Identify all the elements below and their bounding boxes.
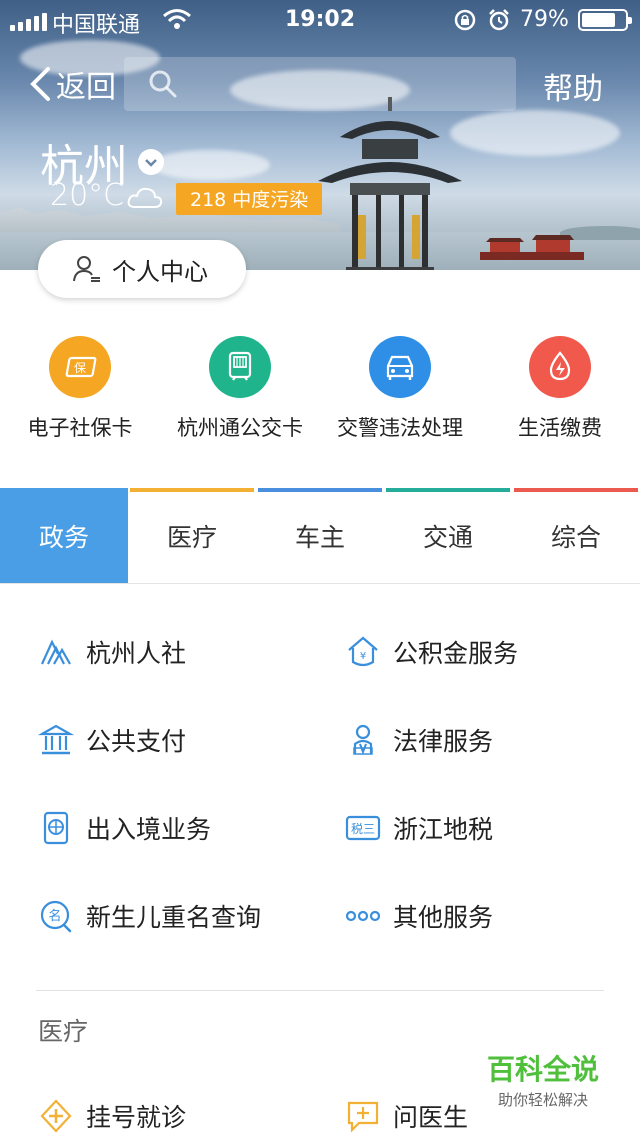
search-input[interactable]: [188, 65, 498, 103]
tax-icon: 税三: [345, 815, 381, 841]
service-exit-entry[interactable]: 出入境业务: [0, 784, 307, 872]
medical-section-title: 医疗: [38, 1017, 89, 1046]
passport-icon: [43, 811, 69, 845]
tab-car-owner[interactable]: 车主: [256, 488, 384, 583]
tab-medical[interactable]: 医疗: [128, 488, 256, 583]
temperature: 20°C: [50, 178, 125, 213]
quick-action-social-security-card[interactable]: 保 电子社保卡: [0, 336, 160, 446]
tab-accent-bar: [386, 488, 510, 492]
svg-text:名: 名: [48, 908, 61, 924]
service-label: 挂号就诊: [86, 1103, 187, 1132]
service-registration[interactable]: 挂号就诊: [0, 1072, 307, 1136]
section-divider: [36, 990, 604, 991]
tab-accent-bar: [130, 488, 254, 492]
header-banner: 中国联通 19:02 79% 返回 帮助 杭州 20°C 218 中度污染: [0, 0, 640, 270]
service-label: 法律服务: [393, 727, 494, 756]
legal-service-icon: [353, 724, 373, 755]
service-newborn-name-search[interactable]: 名 新生儿重名查询: [0, 872, 307, 960]
service-label: 其他服务: [393, 903, 494, 932]
dragon-boat-image: [480, 235, 584, 260]
service-label: 公共支付: [86, 727, 187, 756]
tab-label: 交通: [422, 522, 473, 552]
cloudy-weather-icon: [127, 187, 163, 208]
bus-card-icon: [209, 336, 271, 398]
tab-accent-bar: [514, 488, 638, 492]
tab-transport[interactable]: 交通: [384, 488, 512, 583]
utility-bill-icon: [529, 336, 591, 398]
quick-actions: 保 电子社保卡 杭州通公交卡 交警违法处理 生活缴费: [0, 336, 640, 446]
quick-action-label: 生活缴费: [518, 416, 602, 440]
alarm-icon: [489, 9, 509, 31]
service-label: 问医生: [393, 1103, 469, 1132]
user-profile-icon: [73, 256, 100, 282]
service-legal[interactable]: 法律服务: [307, 696, 640, 784]
tab-label: 医疗: [166, 522, 217, 552]
chevron-down-icon: [138, 149, 164, 175]
tab-label: 综合: [550, 522, 601, 552]
battery-icon: [578, 9, 632, 31]
registration-icon: [40, 1099, 72, 1133]
quick-action-label: 电子社保卡: [27, 416, 133, 440]
quick-action-label: 交警违法处理: [337, 416, 463, 440]
rotation-lock-icon: [454, 9, 476, 31]
social-security-card-icon: 保: [49, 336, 111, 398]
public-payment-icon: [38, 724, 74, 755]
car-icon: [369, 336, 431, 398]
chevron-left-icon: [30, 67, 50, 101]
sky-cloud: [150, 150, 270, 180]
category-tabs: 政务 医疗 车主 交通 综合: [0, 488, 640, 584]
service-hangzhou-hr[interactable]: 杭州人社: [0, 608, 307, 696]
battery-percentage: 79%: [520, 7, 569, 32]
service-label: 浙江地税: [393, 815, 494, 844]
service-label: 杭州人社: [86, 639, 187, 668]
ask-doctor-icon: [347, 1101, 379, 1133]
watermark-title: 百科全说: [486, 1053, 599, 1086]
service-housing-fund[interactable]: ¥ 公积金服务: [307, 608, 640, 696]
help-button[interactable]: 帮助: [543, 64, 603, 108]
quick-action-bus-card[interactable]: 杭州通公交卡: [160, 336, 320, 446]
search-bar[interactable]: [124, 57, 516, 111]
service-zhejiang-tax[interactable]: 税三 浙江地税: [307, 784, 640, 872]
watermark-subtitle: 助你轻松解决: [497, 1091, 588, 1109]
tab-accent-bar: [258, 488, 382, 492]
pagoda-image: [318, 97, 462, 270]
tab-general[interactable]: 综合: [512, 488, 640, 583]
quick-action-label: 杭州通公交卡: [177, 416, 303, 440]
air-quality-badge: 218 中度污染: [176, 183, 323, 215]
government-services-grid: 杭州人社 ¥ 公积金服务 公共支付 法律服务 出入境业务 税三 浙江地税 名 新…: [0, 608, 640, 960]
back-button[interactable]: 返回: [28, 62, 116, 106]
watermark-logo: 百科全说 助你轻松解决: [466, 1044, 620, 1110]
personal-center-label: 个人中心: [112, 257, 208, 286]
quick-action-traffic-violation[interactable]: 交警违法处理: [320, 336, 480, 446]
personal-center-button[interactable]: 个人中心: [38, 240, 246, 298]
tab-label: 政务: [38, 522, 89, 552]
service-label: 出入境业务: [86, 815, 212, 844]
svg-text:¥: ¥: [360, 651, 366, 662]
quick-action-utility-bill[interactable]: 生活缴费: [480, 336, 640, 446]
svg-text:税三: 税三: [351, 822, 375, 836]
service-public-payment[interactable]: 公共支付: [0, 696, 307, 784]
more-services-icon: [345, 910, 381, 922]
svg-text:保: 保: [74, 361, 86, 375]
tab-label: 车主: [294, 522, 345, 552]
tab-government[interactable]: 政务: [0, 488, 128, 583]
name-search-icon: 名: [40, 900, 72, 933]
service-label: 公积金服务: [393, 639, 519, 668]
status-bar: 中国联通 19:02 79%: [0, 0, 640, 40]
search-icon: [149, 70, 177, 98]
service-other[interactable]: 其他服务: [307, 872, 640, 960]
hangzhou-hr-icon: [40, 639, 71, 665]
housing-fund-icon: ¥: [348, 636, 378, 667]
service-label: 新生儿重名查询: [86, 903, 262, 932]
back-label: 返回: [56, 70, 116, 105]
